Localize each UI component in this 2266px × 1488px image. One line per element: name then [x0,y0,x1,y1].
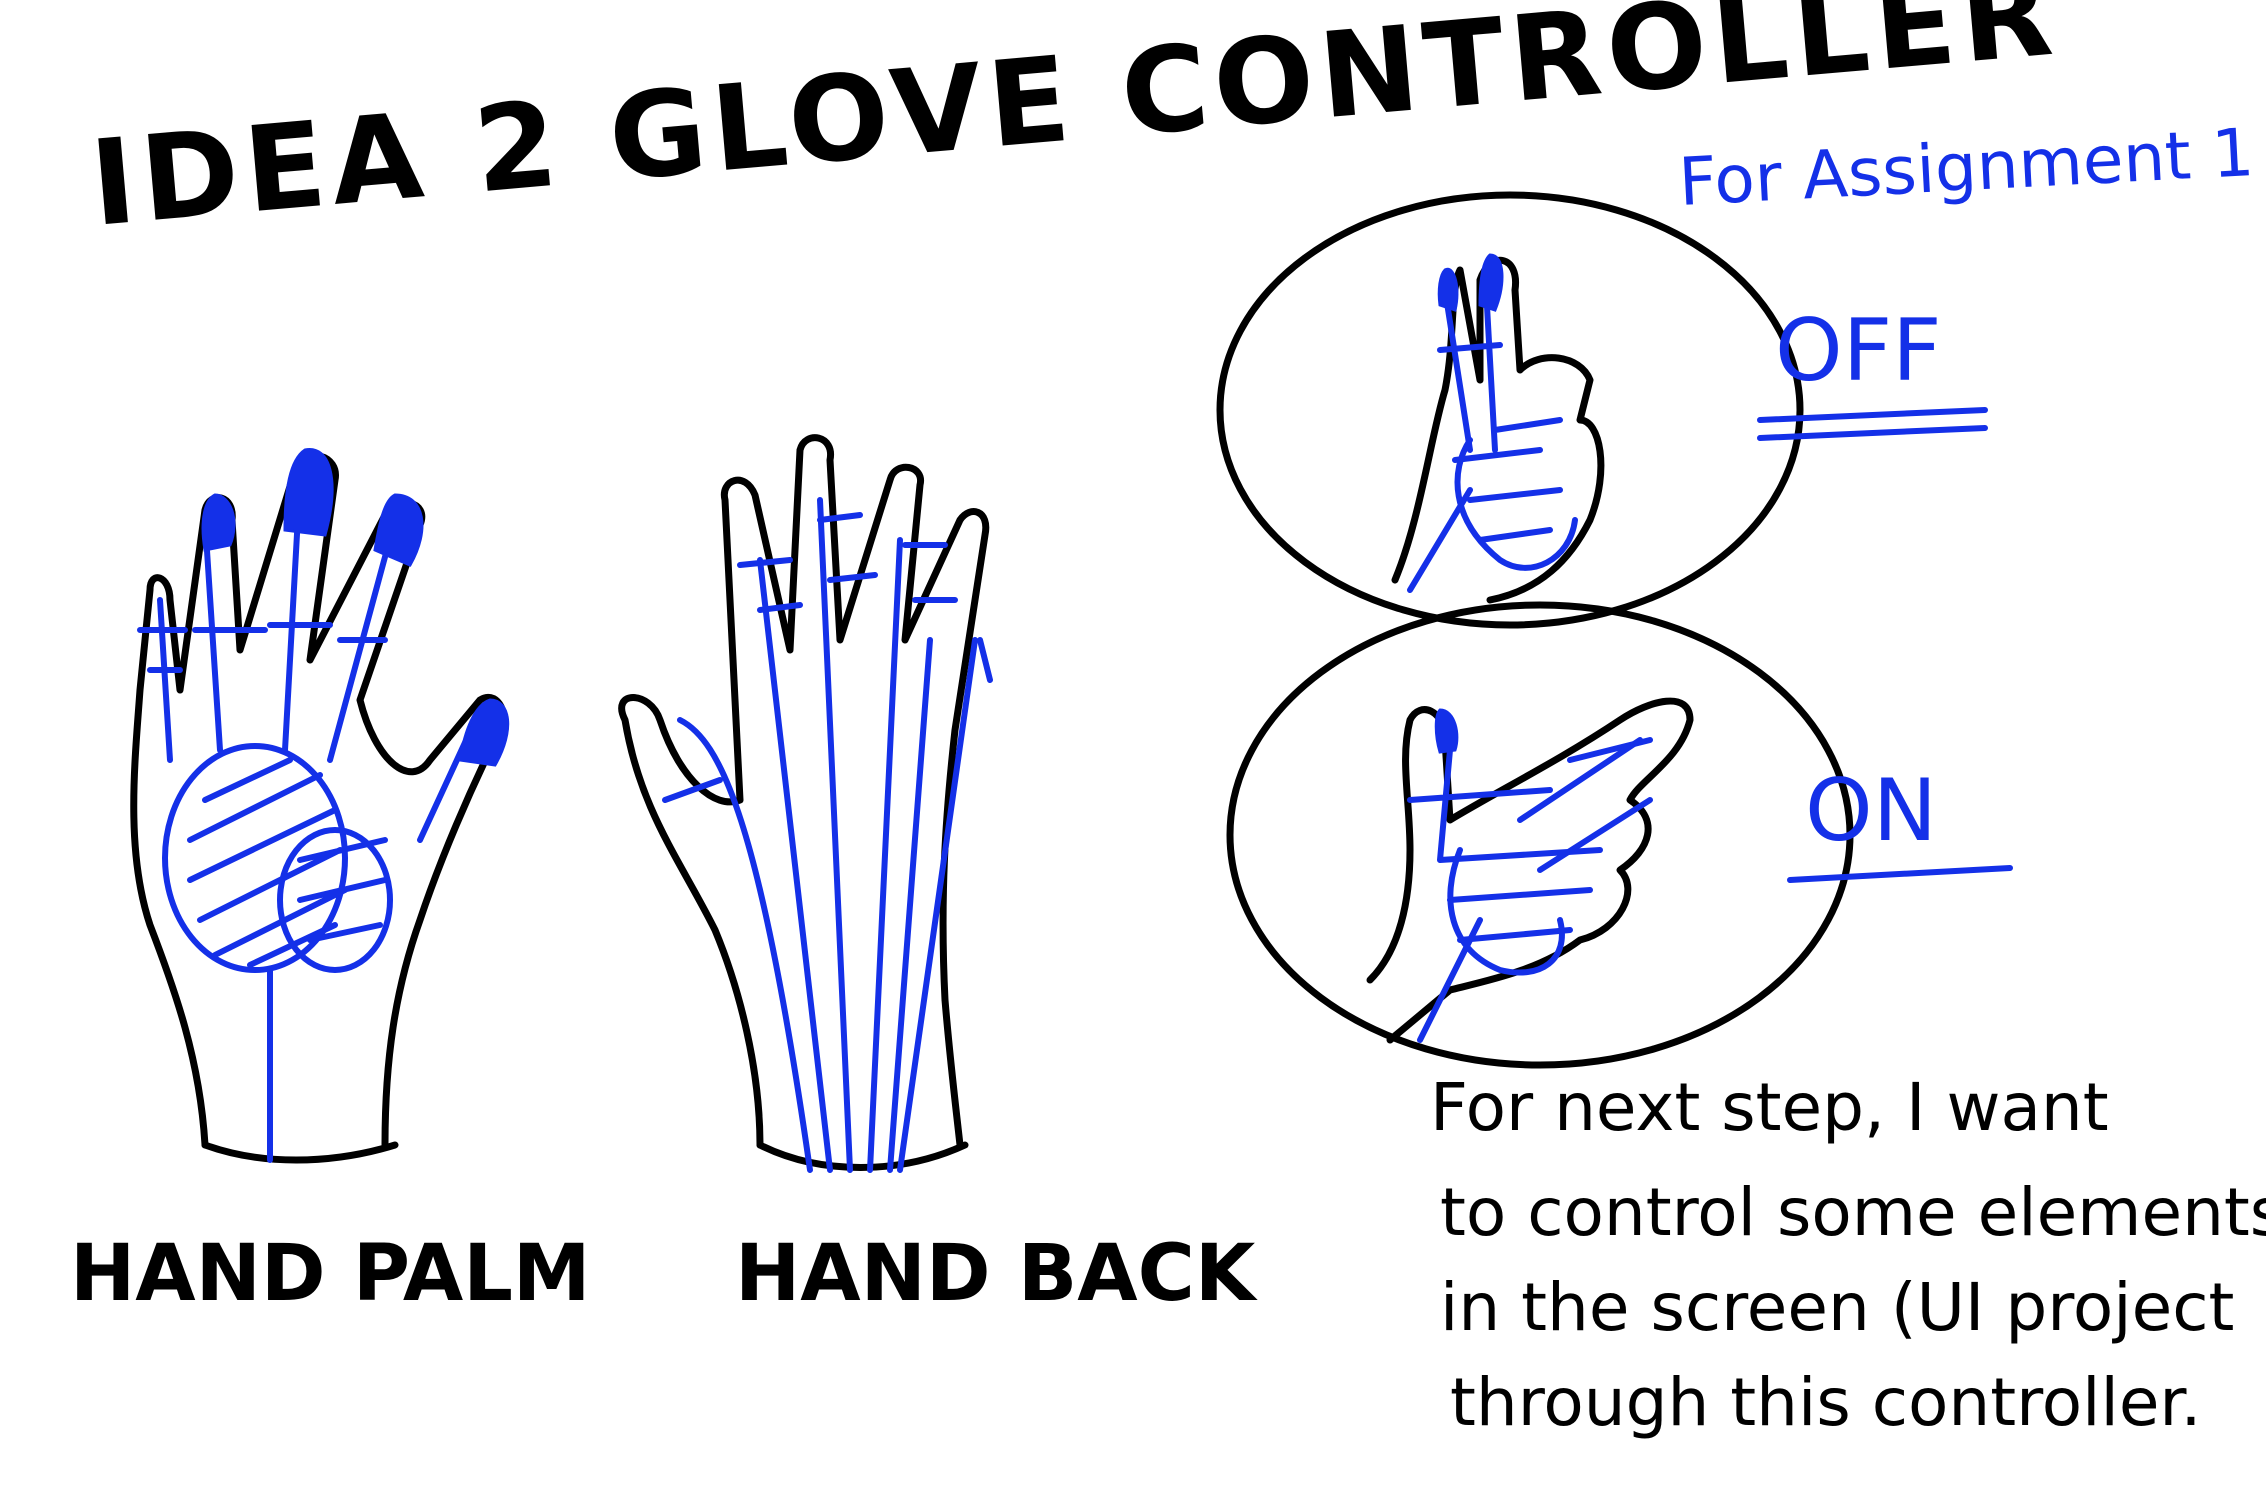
off-label: OFF [1775,301,1942,401]
note-line-2: to control some elements [1440,1174,2266,1251]
sketch-canvas: IDEA 2 GLOVE CONTROLLER For Assignment 1… [70,0,2266,1441]
gesture-on-diagram: ON [1226,601,2013,1069]
next-step-note: For next step, I want to control some el… [1430,1069,2266,1441]
hand-palm-label: HAND PALM [70,1229,591,1319]
hand-back-label: HAND BACK [735,1229,1258,1319]
assignment-label: For Assignment 1 [1677,114,2256,221]
hand-palm-drawing: HAND PALM [70,448,591,1319]
on-label: ON [1805,761,1937,861]
note-line-3: in the screen (UI project [1440,1269,2234,1346]
gesture-off-diagram: OFF [1216,191,1988,629]
hand-back-drawing: HAND BACK [618,434,1258,1319]
note-line-1: For next step, I want [1430,1069,2109,1146]
note-line-4: through this controller. [1450,1364,2202,1441]
